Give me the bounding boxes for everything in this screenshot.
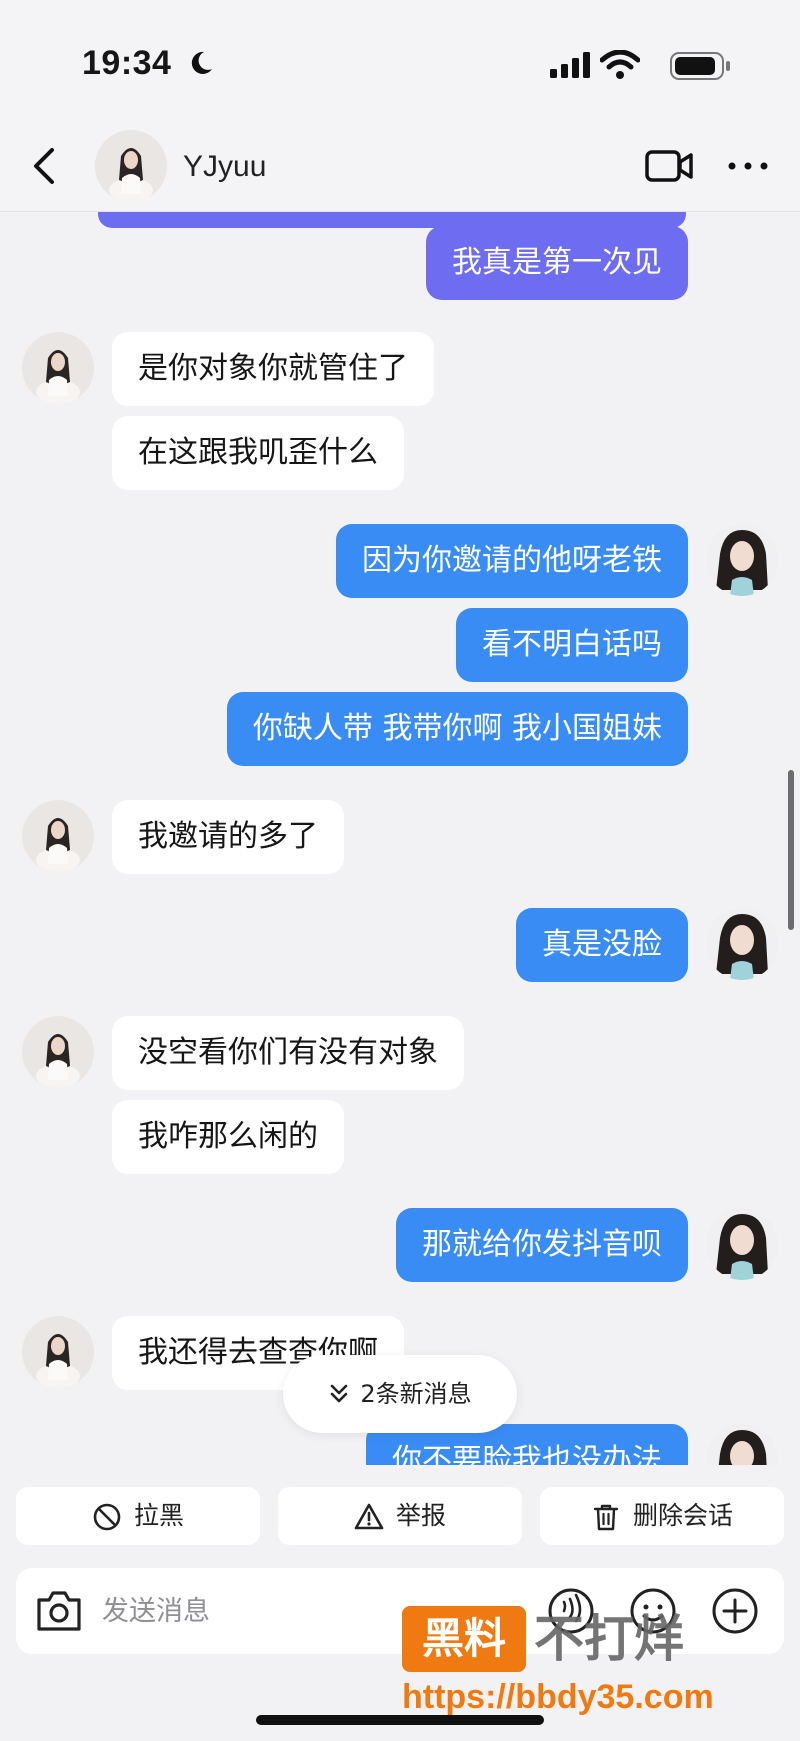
incoming-avatar[interactable] — [22, 1016, 94, 1088]
watermark-logo: 黑料 — [402, 1606, 526, 1672]
double-chevron-down-icon — [331, 1384, 348, 1403]
delete-chat-label: 删除会话 — [632, 1501, 733, 1530]
camera-icon[interactable] — [34, 1588, 84, 1634]
watermark: 黑料 不打烊 https://bbdy35.com — [402, 1600, 732, 1720]
message-bubble-incoming[interactable]: 我邀请的多了 — [112, 800, 344, 874]
message-bubble-incoming[interactable]: 在这跟我叽歪什么 — [112, 416, 404, 490]
video-call-icon[interactable] — [644, 146, 694, 186]
outgoing-avatar[interactable] — [706, 1208, 778, 1280]
message-bubble-outgoing[interactable]: 看不明白话吗 — [456, 608, 688, 682]
block-button[interactable]: 拉黑 — [16, 1487, 260, 1545]
scrollbar-thumb[interactable] — [788, 770, 794, 930]
signal-icon — [550, 52, 590, 78]
report-button[interactable]: 举报 — [278, 1487, 522, 1545]
watermark-url: https://bbdy35.com — [402, 1678, 714, 1716]
warning-icon — [354, 1503, 384, 1530]
message-bubble-outgoing[interactable]: 那就给你发抖音呗 — [396, 1208, 688, 1282]
message-bubble-incoming[interactable]: 是你对象你就管住了 — [112, 332, 434, 406]
incoming-avatar[interactable] — [22, 332, 94, 404]
outgoing-avatar[interactable] — [706, 524, 778, 596]
incoming-avatar[interactable] — [22, 1316, 94, 1388]
more-options-icon[interactable] — [726, 156, 770, 176]
chat-header: YJyuu — [0, 120, 800, 212]
status-time: 19:34 — [82, 44, 172, 82]
new-messages-label: 2条新消息 — [360, 1380, 472, 1408]
contact-name[interactable]: YJyuu — [183, 150, 266, 184]
back-chevron-icon[interactable] — [30, 146, 60, 186]
message-bubble-outgoing[interactable]: 你缺人带 我带你啊 我小国姐妹 — [226, 692, 688, 766]
wifi-icon — [600, 50, 640, 79]
incoming-avatar[interactable] — [22, 800, 94, 872]
outgoing-avatar[interactable] — [706, 1424, 778, 1465]
new-messages-button[interactable]: 2条新消息 — [283, 1355, 517, 1433]
message-bubble-incoming[interactable]: 我咋那么闲的 — [112, 1100, 344, 1174]
message-list[interactable]: 我真是第一次见 是你对象你就管住了 在这跟我叽歪什么 因为你邀请的他呀老铁 看不… — [0, 212, 800, 1465]
moon-icon — [191, 51, 212, 74]
message-bubble-incoming[interactable]: 没空看你们有没有对象 — [112, 1016, 464, 1090]
watermark-brand: 不打烊 — [534, 1610, 684, 1668]
block-label: 拉黑 — [133, 1501, 184, 1530]
report-label: 举报 — [395, 1501, 446, 1530]
trash-icon — [593, 1504, 619, 1531]
message-bubble-outgoing[interactable]: 我真是第一次见 — [426, 226, 688, 300]
chat-action-row: 拉黑 举报 删除会话 — [0, 1465, 800, 1565]
message-bubble-outgoing[interactable]: 因为你邀请的他呀老铁 — [336, 524, 688, 598]
message-bubble-outgoing[interactable]: 真是没脸 — [516, 908, 688, 982]
battery-icon — [670, 52, 730, 80]
block-icon — [93, 1503, 121, 1531]
delete-chat-button[interactable]: 删除会话 — [540, 1487, 784, 1545]
outgoing-avatar[interactable] — [706, 908, 778, 980]
contact-avatar[interactable] — [95, 130, 167, 202]
status-bar: 19:34 — [0, 0, 800, 120]
